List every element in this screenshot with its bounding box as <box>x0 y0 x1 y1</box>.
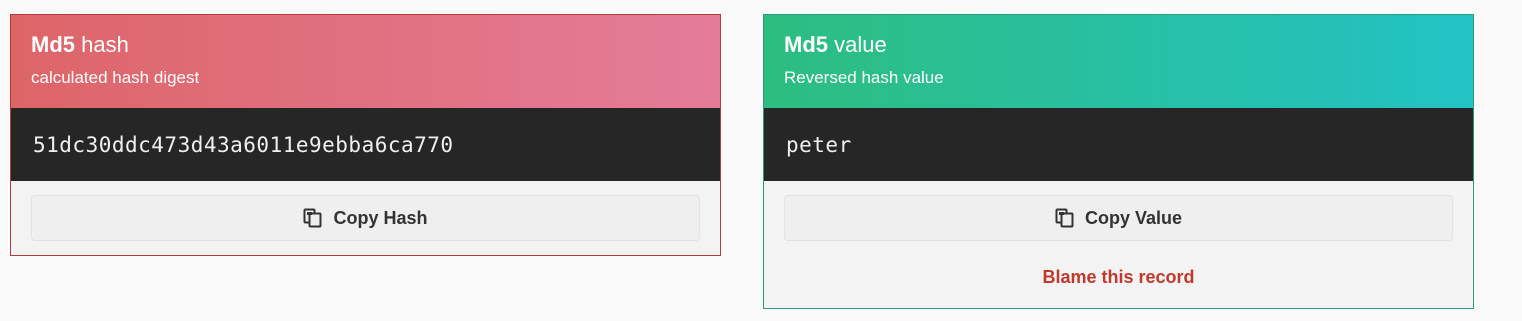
value-card-header: Md5 value Reversed hash value <box>764 15 1473 108</box>
copy-hash-button[interactable]: Copy Hash <box>31 195 700 241</box>
blame-record-link[interactable]: Blame this record <box>784 267 1453 288</box>
hash-card-header: Md5 hash calculated hash digest <box>11 15 720 108</box>
hash-kind-label: hash <box>81 32 129 57</box>
hash-card-footer: Copy Hash <box>11 181 720 241</box>
copy-value-label: Copy Value <box>1084 207 1183 228</box>
copy-hash-label: Copy Hash <box>333 207 428 228</box>
reversed-value-display: peter <box>764 108 1473 181</box>
hash-algorithm-label: Md5 <box>31 32 75 57</box>
clipboard-copy-icon <box>303 208 323 228</box>
hash-card: Md5 hash calculated hash digest 51dc30dd… <box>10 14 721 256</box>
hash-card-title: Md5 hash <box>31 31 700 59</box>
value-kind-label: value <box>834 32 887 57</box>
value-card: Md5 value Reversed hash value peter Copy… <box>763 14 1474 309</box>
value-algorithm-label: Md5 <box>784 32 828 57</box>
hash-card-subtitle: calculated hash digest <box>31 68 200 87</box>
value-card-footer: Copy Value Blame this record <box>764 181 1473 288</box>
hash-digest-display: 51dc30ddc473d43a6011e9ebba6ca770 <box>11 108 720 181</box>
clipboard-copy-icon <box>1055 208 1075 228</box>
value-card-subtitle: Reversed hash value <box>784 68 944 87</box>
value-card-title: Md5 value <box>784 31 1453 59</box>
copy-value-button[interactable]: Copy Value <box>784 195 1453 241</box>
